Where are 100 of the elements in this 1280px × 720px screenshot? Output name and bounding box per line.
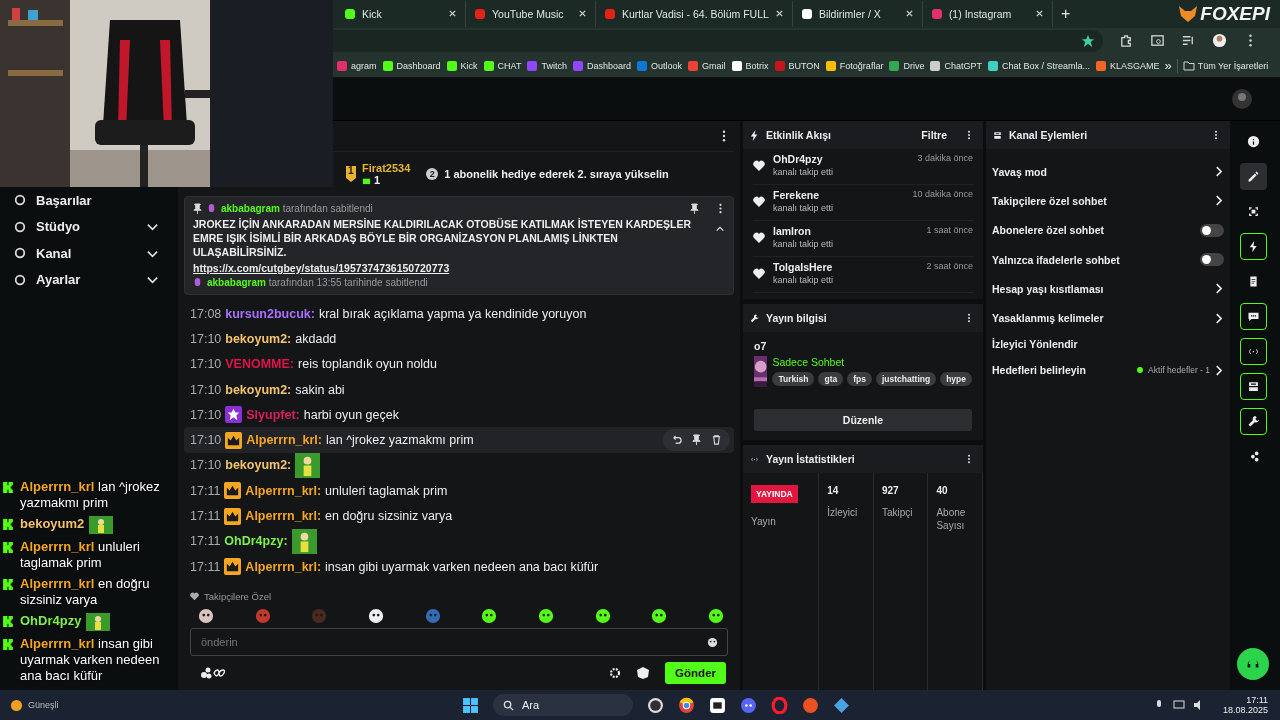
sidebar-item[interactable]: Ayarlar — [0, 266, 175, 293]
pinned-link[interactable]: https://x.com/cutgbey/status/1957374736150720773 — [193, 262, 450, 274]
tag[interactable]: hype — [940, 372, 972, 386]
chat-message[interactable]: 17:11 Alperrrn_krl: insan gibi uyarmak varken nedeen ana bacı küfür — [184, 553, 734, 580]
username[interactable]: Alperrrn_krl: — [246, 433, 322, 448]
chat-app-icon[interactable] — [740, 696, 757, 714]
follower-name[interactable]: OhDr4pzy — [773, 153, 910, 165]
more-icon[interactable] — [967, 313, 971, 323]
tag[interactable]: fps — [847, 372, 872, 386]
chat-message[interactable]: 17:10 Alperrrn_krl: lan ^jrokez yazmakmı prim — [184, 427, 734, 453]
toggle-switch[interactable] — [1200, 253, 1224, 267]
points-icon[interactable] — [200, 666, 226, 680]
bookmark[interactable]: Drive — [888, 59, 925, 72]
emoji-icon[interactable] — [707, 636, 718, 648]
browser-tab[interactable]: (1) Instagram — [922, 0, 1053, 27]
chat-message[interactable]: 17:10 Slyupfet: harbi oyun geçek — [184, 402, 734, 428]
emote-icon[interactable] — [707, 608, 724, 624]
filter-button[interactable]: Filtre — [915, 128, 953, 142]
username[interactable]: Alperrrn_krl: — [245, 509, 322, 523]
more-icon[interactable] — [716, 203, 725, 214]
toggle-switch[interactable] — [1200, 223, 1224, 237]
channel-action[interactable]: Yalnızca ifadelerle sohbet — [992, 253, 1195, 266]
channel-action[interactable]: Takipçilere özel sohbet — [992, 194, 1210, 207]
more-icon[interactable] — [1214, 130, 1218, 140]
channel-action[interactable]: Hedefleri belirleyin — [992, 364, 1133, 377]
new-tab-button[interactable]: + — [1052, 4, 1079, 23]
windows-icon[interactable] — [462, 696, 479, 714]
close-icon[interactable] — [448, 9, 457, 19]
username[interactable]: Alperrrn_krl: — [245, 483, 322, 498]
tool-button[interactable] — [1239, 338, 1267, 365]
send-button[interactable]: Gönder — [665, 662, 726, 684]
follower-name[interactable]: TolgaIsHere — [773, 261, 919, 273]
chat-message[interactable]: 17:11 Alperrrn_krl: en doğru sizsiniz varya — [184, 503, 734, 529]
follower-name[interactable]: lamlron — [773, 225, 919, 237]
bookmark[interactable]: Dashboard — [571, 59, 631, 72]
app-icon[interactable] — [833, 696, 850, 714]
channel-action[interactable]: Yavaş mod — [992, 165, 1210, 178]
bookmark[interactable]: Chat Box / Streamla... — [986, 59, 1090, 72]
bookmark[interactable]: KLASGAME — [1094, 59, 1160, 72]
close-icon[interactable] — [774, 9, 784, 19]
bookmark[interactable]: BUTON — [773, 59, 820, 72]
emote-icon[interactable] — [651, 608, 668, 624]
chat-message[interactable]: 17:10 VENOMME: reis toplandık oyun noldu — [184, 351, 734, 377]
channel-action[interactable]: Yasaklanmış kelimeler — [992, 312, 1210, 325]
bookmark[interactable]: Fotoğraflar — [824, 59, 884, 72]
bookmark[interactable]: Twitch — [526, 59, 567, 72]
emote-icon[interactable] — [367, 608, 384, 624]
browser-icon[interactable] — [678, 696, 695, 714]
channel-action[interactable]: İzleyici Yönlendir — [992, 338, 1224, 351]
channel-action[interactable]: Abonelere özel sohbet — [992, 224, 1195, 237]
chat-message[interactable]: 17:11 Alperrrn_krl: unluleri taglamak prim — [184, 478, 734, 504]
puzzle-icon[interactable] — [1119, 33, 1134, 49]
more-icon[interactable] — [967, 454, 971, 464]
tool-button[interactable] — [1239, 408, 1267, 435]
emote-icon[interactable] — [481, 608, 498, 624]
chevron-icon[interactable] — [1215, 312, 1222, 324]
sidebar-item[interactable]: Stüdyo — [0, 213, 175, 240]
delete-icon[interactable] — [711, 434, 722, 446]
chat-message[interactable]: 17:08 kursun2bucuk: kral bırak açıklama yapma ya kendinide yoruyon — [184, 301, 734, 327]
more-icon[interactable] — [722, 130, 726, 142]
browser-tab[interactable]: Kurtlar Vadisi - 64. Bölüm FULL — [596, 0, 793, 27]
chat-message[interactable]: 17:10 bekoyum2: akdadd — [184, 326, 734, 352]
tool-button[interactable] — [1239, 373, 1267, 400]
sidebar-item[interactable]: Kanal — [0, 240, 175, 267]
collapse-icon[interactable] — [715, 225, 725, 233]
network-icon[interactable] — [1172, 699, 1185, 711]
emote-icon[interactable] — [594, 608, 611, 624]
support-button[interactable] — [1237, 648, 1269, 680]
channel-action[interactable]: Hesap yaşı kısıtlaması — [992, 282, 1210, 295]
bookmark[interactable]: Dashboard — [381, 59, 441, 72]
settings-icon[interactable] — [609, 667, 622, 679]
star-icon[interactable] — [1081, 33, 1095, 48]
chat-message[interactable]: 17:11 OhDr4pzy: — [184, 528, 734, 554]
avatar-icon[interactable] — [1212, 33, 1227, 49]
chat-message[interactable]: 17:10 bekoyum2: — [184, 452, 734, 479]
tag[interactable]: Turkish — [772, 372, 815, 386]
browser-tab[interactable]: Kick — [336, 0, 466, 27]
username[interactable]: kursun2bucuk: — [225, 306, 315, 321]
bookmarks-folder[interactable]: Tüm Yer İşaretleri — [1182, 59, 1269, 72]
bookmark[interactable]: ChatGPT — [929, 59, 982, 72]
search-field[interactable]: Ara — [493, 694, 633, 716]
clock-time[interactable]: 17:11 — [1246, 695, 1268, 705]
username[interactable]: VENOMME: — [225, 357, 295, 372]
chevron-icon[interactable] — [1215, 283, 1222, 295]
username[interactable]: bekoyum2: — [225, 458, 292, 473]
username[interactable]: Firat2534 — [362, 162, 411, 174]
undo-icon[interactable] — [671, 434, 682, 446]
follower-name[interactable]: Ferekene — [773, 189, 905, 201]
username[interactable]: bekoyum2: — [225, 382, 292, 397]
username[interactable]: OhDr4pzy: — [224, 534, 288, 549]
chevron-icon[interactable] — [1215, 195, 1222, 207]
category-link[interactable]: Sadece Sohbet — [772, 356, 972, 368]
more-icon[interactable] — [967, 130, 971, 140]
pin-icon[interactable] — [691, 434, 702, 446]
close-icon[interactable] — [1034, 9, 1044, 19]
close-icon[interactable] — [904, 9, 914, 19]
chevron-icon[interactable] — [1215, 166, 1222, 178]
bookmark[interactable]: CHAT — [482, 59, 522, 72]
sidebar-item[interactable]: Başarılar — [0, 187, 175, 214]
emote-icon[interactable] — [537, 608, 554, 624]
